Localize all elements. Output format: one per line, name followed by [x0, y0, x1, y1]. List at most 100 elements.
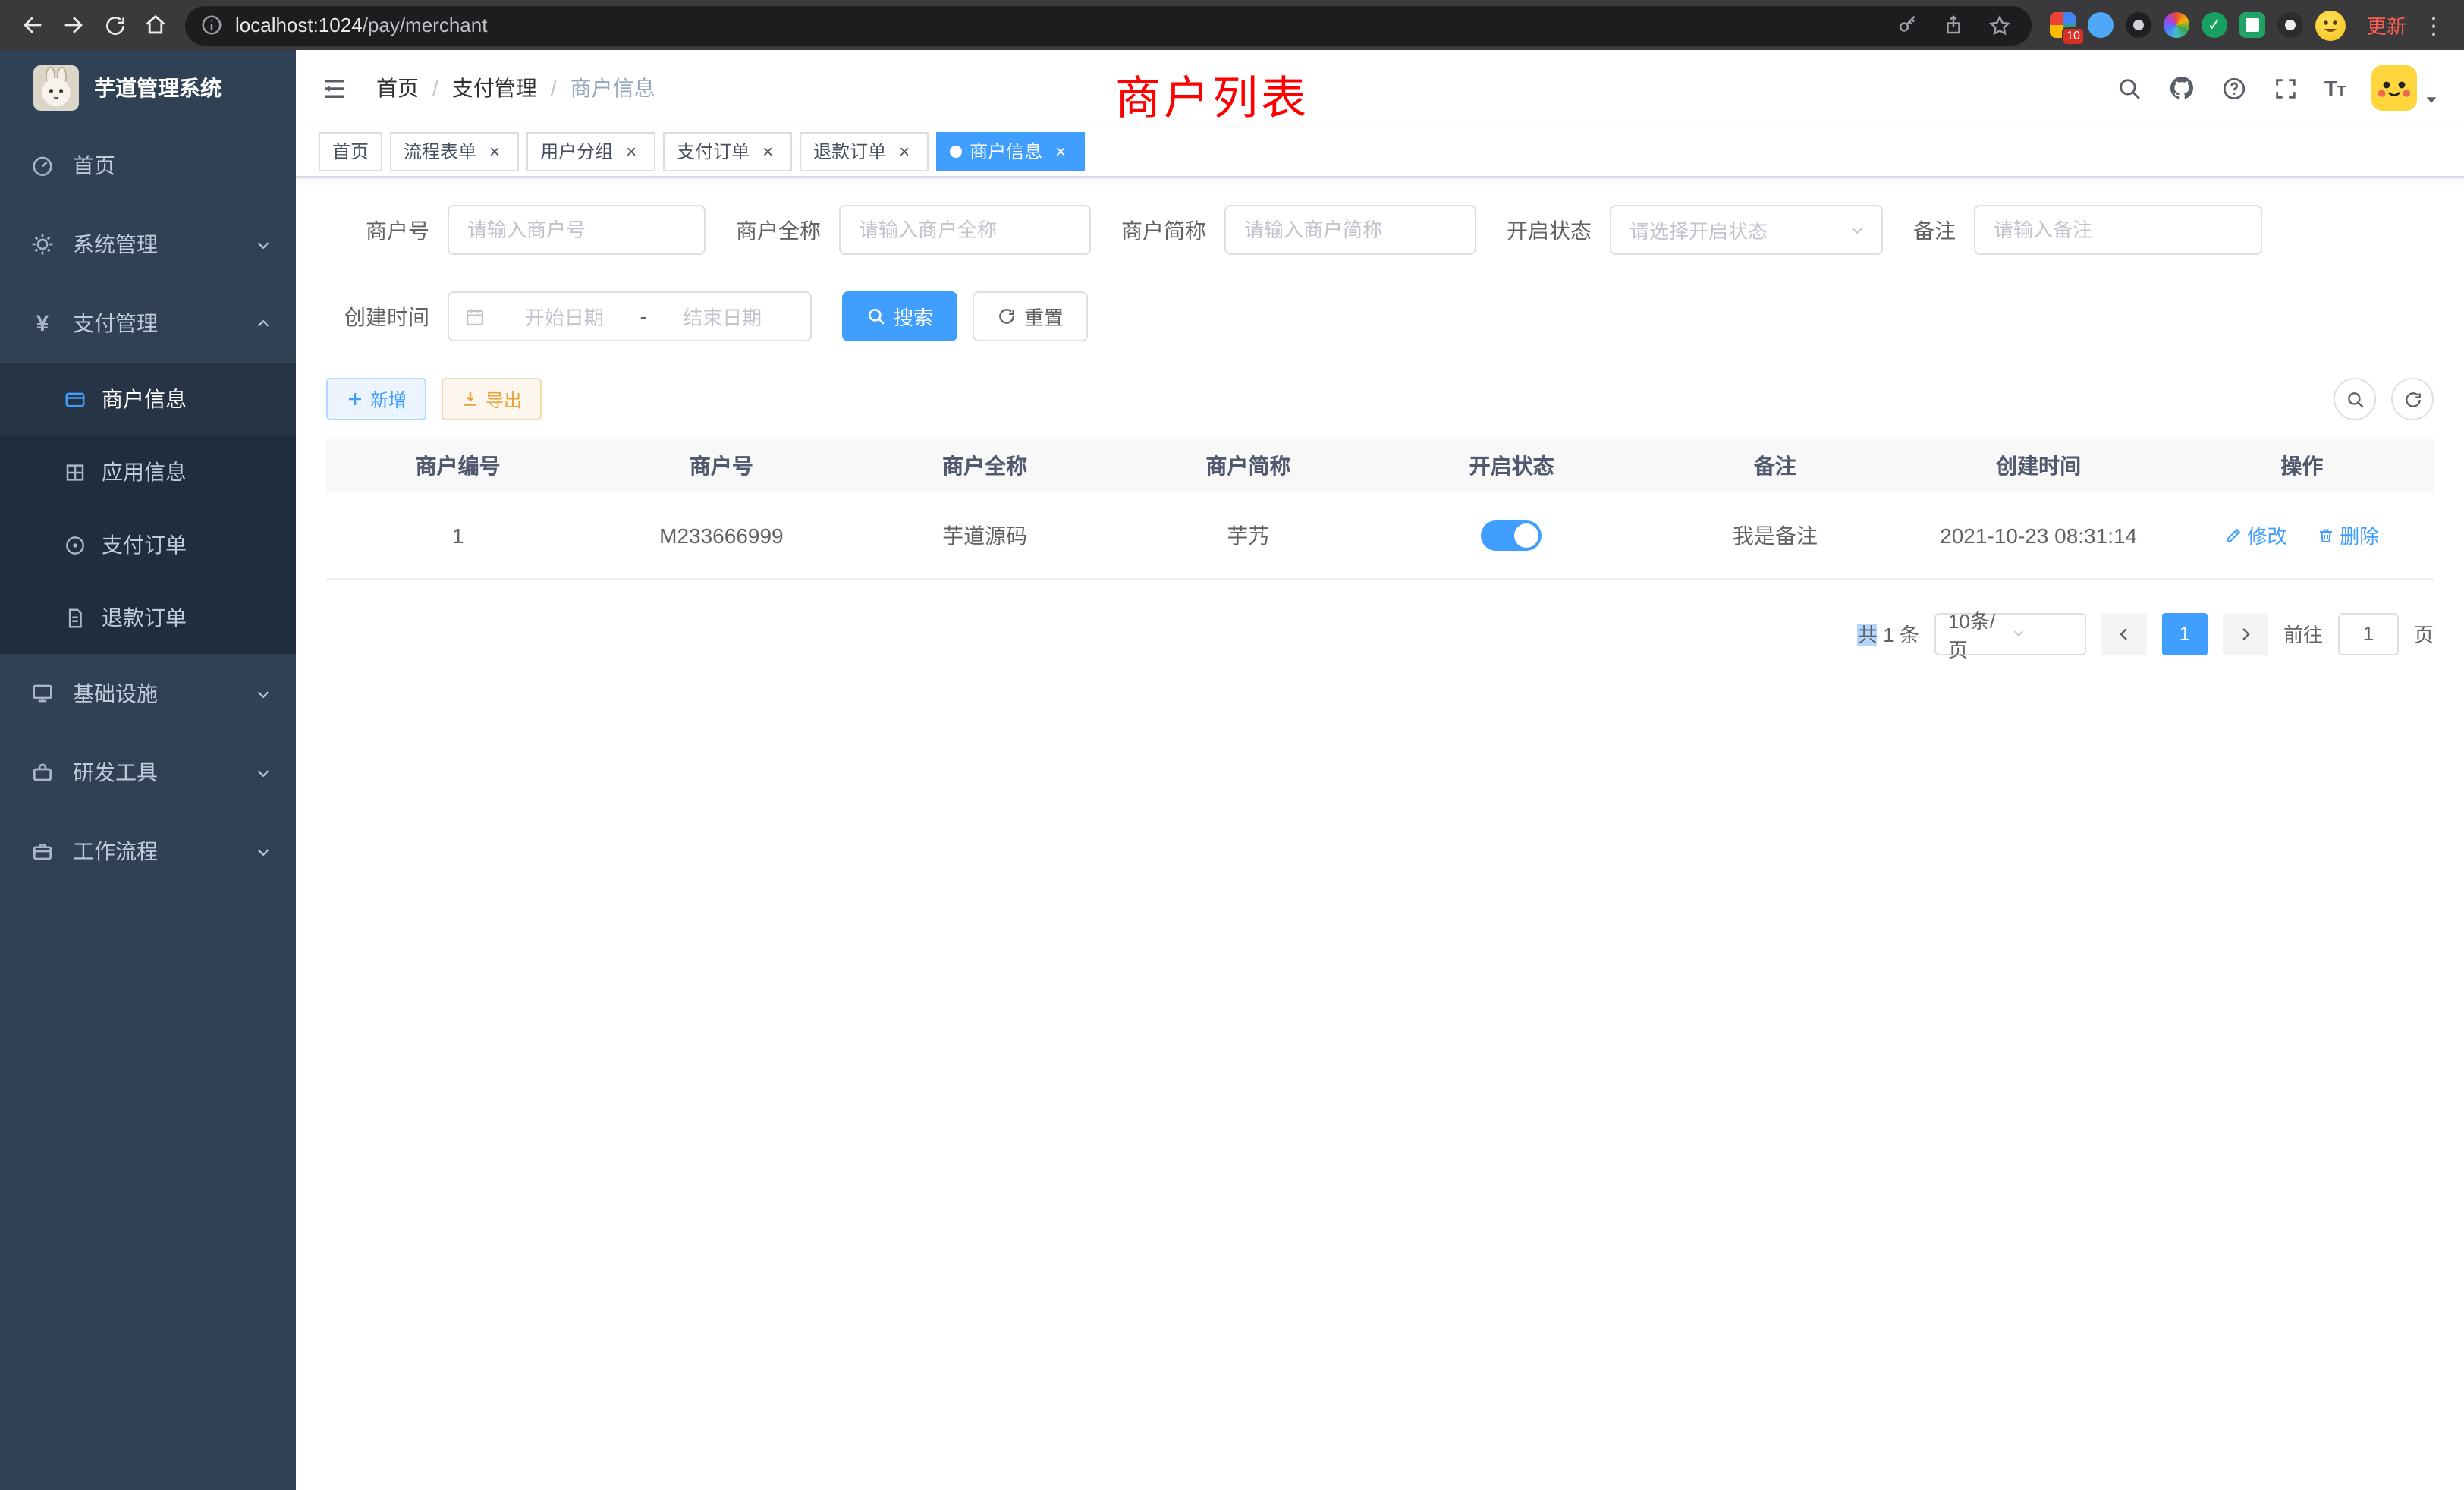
tab-user-group[interactable]: 用户分组×: [526, 131, 655, 171]
font-size-icon[interactable]: TT: [2324, 77, 2346, 99]
extension-check-icon[interactable]: ✓: [2202, 12, 2227, 38]
search-button[interactable]: 搜索: [842, 291, 957, 341]
extension-dark-icon[interactable]: [2126, 12, 2151, 38]
github-icon[interactable]: [2168, 74, 2195, 102]
sidebar-item-dev-tools[interactable]: 研发工具: [0, 733, 296, 812]
sidebar-collapse-icon[interactable]: [320, 74, 349, 102]
date-range-picker[interactable]: 开始日期 - 结束日期: [448, 291, 812, 341]
sidebar: 芋道管理系统 首页 系统管理 ¥ 支付管理: [0, 50, 296, 1490]
browser-menu-icon[interactable]: ⋮: [2422, 11, 2446, 39]
browser-refresh-button[interactable]: [94, 5, 135, 46]
col-status: 开启状态: [1380, 439, 1643, 493]
close-icon[interactable]: ×: [757, 140, 778, 162]
total-suffix: 条: [1900, 624, 1919, 646]
refresh-table-button[interactable]: [2391, 378, 2434, 420]
goto-page-input[interactable]: [2338, 612, 2399, 655]
refresh-icon: [997, 306, 1017, 326]
browser-forward-button[interactable]: [53, 5, 94, 46]
page-number-button[interactable]: 1: [2162, 612, 2208, 655]
close-icon[interactable]: ×: [621, 140, 642, 162]
sidebar-logo[interactable]: 芋道管理系统: [0, 50, 296, 126]
extension-puzzle-icon[interactable]: 10: [2050, 12, 2076, 38]
tab-label: 商户信息: [970, 138, 1042, 164]
browser-home-button[interactable]: [135, 5, 176, 46]
tab-refund-orders[interactable]: 退款订单×: [800, 131, 929, 171]
breadcrumb-home[interactable]: 首页: [376, 73, 419, 103]
search-button-label: 搜索: [894, 302, 933, 331]
merchant-no-input[interactable]: [448, 205, 706, 255]
fullscreen-icon[interactable]: [2273, 75, 2299, 101]
sidebar-item-label: 支付管理: [73, 308, 158, 338]
user-menu[interactable]: [2371, 65, 2440, 111]
breadcrumb-current: 商户信息: [570, 73, 655, 103]
merchant-short-name-input[interactable]: [1224, 205, 1476, 255]
field-label: 商户号: [326, 215, 429, 245]
sidebar-item-label: 工作流程: [73, 836, 158, 866]
site-info-icon[interactable]: [200, 14, 223, 36]
status-toggle[interactable]: [1482, 520, 1542, 551]
extension-color-wheel-icon[interactable]: [2164, 12, 2189, 38]
status-select[interactable]: 请选择开启状态: [1610, 205, 1883, 255]
plus-icon: [346, 390, 364, 408]
page-content: 商户号 商户全称 商户简称 开启状态 请选择开启状态: [296, 178, 2464, 1490]
sidebar-item-payment[interactable]: ¥ 支付管理: [0, 284, 296, 363]
extension-drop-icon[interactable]: [2088, 12, 2114, 38]
tab-payment-orders[interactable]: 支付订单 ×: [663, 131, 792, 171]
page-size-select[interactable]: 10条/页: [1934, 612, 2086, 655]
extension-notes-icon[interactable]: [2239, 12, 2265, 38]
download-icon: [461, 390, 479, 408]
delete-link-label: 删除: [2340, 521, 2379, 550]
tab-label: 支付订单: [677, 138, 750, 164]
page-size-value: 10条/页: [1948, 605, 2010, 662]
yen-icon: ¥: [30, 312, 55, 335]
add-button[interactable]: 新增: [326, 378, 426, 420]
reset-button[interactable]: 重置: [973, 291, 1088, 341]
monitor-icon: [30, 681, 55, 706]
share-icon[interactable]: [1938, 8, 1971, 42]
tab-merchant-info[interactable]: 商户信息 ×: [936, 131, 1085, 171]
col-actions: 操作: [2170, 439, 2434, 493]
search-icon[interactable]: [2117, 75, 2142, 101]
browser-update-button[interactable]: 更新: [2367, 11, 2406, 39]
col-short-name: 商户简称: [1117, 439, 1380, 493]
tab-process-form[interactable]: 流程表单×: [390, 131, 519, 171]
help-icon[interactable]: [2221, 75, 2247, 101]
address-bar[interactable]: localhost:1024/pay/merchant: [185, 5, 2032, 45]
sidebar-item-payment-orders[interactable]: 支付订单: [0, 508, 296, 581]
extension-paw-icon[interactable]: [2277, 12, 2303, 38]
breadcrumb: 首页 / 支付管理 / 商户信息: [376, 73, 655, 103]
remark-input[interactable]: [1974, 205, 2262, 255]
url-host: localhost:1024: [235, 14, 363, 36]
sidebar-item-app-info[interactable]: 应用信息: [0, 435, 296, 508]
col-merchant-no: 商户号: [589, 439, 853, 493]
close-icon[interactable]: ×: [894, 140, 915, 162]
browser-back-button[interactable]: [12, 5, 53, 46]
bookmark-star-icon[interactable]: [1983, 8, 2016, 42]
close-icon[interactable]: ×: [484, 140, 505, 162]
goto-unit: 页: [2414, 619, 2434, 648]
edit-link[interactable]: 修改: [2224, 521, 2286, 550]
password-key-icon[interactable]: [1892, 8, 1925, 42]
sidebar-item-workflow[interactable]: 工作流程: [0, 812, 296, 891]
sidebar-item-home[interactable]: 首页: [0, 126, 296, 205]
sidebar-item-merchant-info[interactable]: 商户信息: [0, 363, 296, 435]
extension-emoji-icon[interactable]: [2315, 10, 2346, 40]
sidebar-item-infrastructure[interactable]: 基础设施: [0, 654, 296, 733]
workflow-box-icon: [30, 839, 55, 863]
sidebar-item-system[interactable]: 系统管理: [0, 205, 296, 284]
tab-home[interactable]: 首页: [319, 131, 382, 171]
export-button[interactable]: 导出: [442, 378, 542, 420]
filter-row-1: 商户号 商户全称 商户简称 开启状态 请选择开启状态: [326, 205, 2434, 255]
field-label: 商户全称: [736, 215, 821, 245]
toggle-search-button[interactable]: [2334, 378, 2376, 420]
table-header-row: 商户编号 商户号 商户全称 商户简称 开启状态 备注 创建时间 操作: [326, 439, 2434, 493]
close-icon[interactable]: ×: [1050, 140, 1071, 162]
col-merchant-id: 商户编号: [326, 439, 589, 493]
delete-link[interactable]: 删除: [2317, 521, 2379, 550]
prev-page-button[interactable]: [2101, 612, 2147, 655]
sidebar-item-refund-orders[interactable]: 退款订单: [0, 581, 296, 654]
next-page-button[interactable]: [2223, 612, 2268, 655]
edit-icon: [2224, 527, 2242, 545]
merchant-full-name-input[interactable]: [839, 205, 1091, 255]
breadcrumb-payment[interactable]: 支付管理: [452, 73, 537, 103]
